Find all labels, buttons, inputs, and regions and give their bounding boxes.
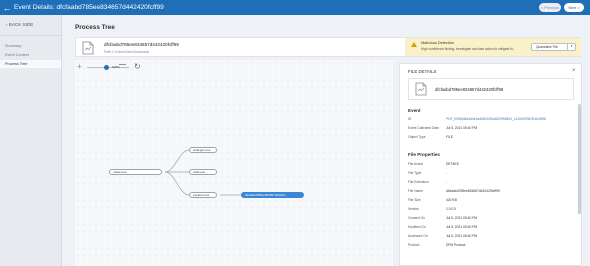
file-icon <box>415 82 427 101</box>
detail-value: Jul 5, 2021 05:40 PM <box>446 234 478 238</box>
process-node[interactable]: winlogon.exe <box>189 147 217 153</box>
process-tree-links <box>164 149 241 196</box>
quarantine-file-button[interactable]: Quarantine File ▾ <box>531 43 576 51</box>
detail-value: - <box>446 171 448 175</box>
detail-value: DETAKE <box>446 162 459 166</box>
sidebar-item-summary[interactable]: Summary <box>0 42 61 50</box>
detail-row: Product DFM Product <box>408 242 574 249</box>
detail-row: Created On Jul 5, 2021 05:40 PM <box>408 215 574 222</box>
sidebar: ‹ BACK SIDE Summary Event Context Proces… <box>0 15 62 266</box>
malicious-detection-alert: Malicious Detection High confidence find… <box>405 38 581 56</box>
detail-key: File Action <box>408 162 424 166</box>
detail-row: Accessed On Jul 5, 2021 05:40 PM <box>408 233 574 240</box>
detail-value: Jul 5, 2021 05:40 PM <box>446 126 478 130</box>
file-details-panel: FILE DETAILS × dfcfaabd785ee834657d44242… <box>399 63 582 266</box>
process-node[interactable]: explorer.exe <box>189 192 217 198</box>
quarantine-file-label: Quarantine File <box>536 45 558 49</box>
detail-row: Object Type FILE <box>408 134 574 141</box>
page-title: Event Details: dfcfaabd785ee834657d44242… <box>14 4 164 11</box>
detail-value: 1.0.0.0 <box>446 207 457 211</box>
event-section-title: Event <box>408 108 421 113</box>
file-summary-card: dfcfaabd785ee834657d442420fcff99 Path: C… <box>75 37 581 57</box>
detail-row: Event Collected Date Jul 5, 2021 05:40 P… <box>408 125 574 132</box>
back-arrow-icon[interactable]: ← <box>0 3 14 13</box>
scrollbar[interactable] <box>578 104 581 214</box>
next-button[interactable]: Next > <box>564 3 584 12</box>
sidebar-item-process-tree[interactable]: Process Tree <box>0 60 61 68</box>
process-node[interactable]: sshd.exe <box>189 169 217 175</box>
sidebar-back-link[interactable]: ‹ BACK SIDE <box>6 22 33 27</box>
detail-value: dfcfaabd785ee834657d442420fcff99 <box>446 189 500 193</box>
panel-title: FILE DETAILS <box>408 69 437 74</box>
process-tree-canvas[interactable]: + 100% ↻ mstsc.exe winlogon.exe sshd.exe… <box>75 60 393 266</box>
detail-key: File Size <box>408 198 421 202</box>
file-icon <box>82 41 94 60</box>
detail-key: Version <box>408 207 419 211</box>
detail-key: File Type <box>408 171 422 175</box>
detail-key: Object Type <box>408 135 426 139</box>
divider <box>0 35 61 36</box>
warning-icon <box>411 42 417 47</box>
alert-title: Malicious Detection <box>421 41 454 45</box>
chevron-down-icon[interactable]: ▾ <box>567 44 575 50</box>
detail-row: Modified On Jul 5, 2021 05:40 PM <box>408 224 574 231</box>
section-title: Process Tree <box>75 24 115 31</box>
detail-row: File Name dfcfaabd785ee834657d442420fcff9… <box>408 188 574 195</box>
process-node[interactable]: mstsc.exe <box>109 169 162 175</box>
file-card: dfcfaabd785ee834657d442420fcff99 <box>408 78 574 100</box>
file-path: Path: C:\Users\User\Downloads <box>104 50 149 54</box>
previous-button[interactable]: < Previous <box>539 3 561 12</box>
detail-key: ID <box>408 117 412 121</box>
detail-key: Event Collected Date <box>408 126 439 130</box>
detail-row: ID PDF_f09fb46fa4d4e4a4b8210f6c62f29f48f… <box>408 116 574 123</box>
detail-key: File Name <box>408 189 424 193</box>
selected-process-node[interactable]: dfcfaabd785ee834657d44242... <box>241 192 304 198</box>
detail-row: File Extension - <box>408 179 574 186</box>
detail-key: Created On <box>408 216 426 220</box>
detail-key: Product <box>408 243 420 247</box>
detail-value: FILE <box>446 135 453 139</box>
detail-key: File Extension <box>408 180 429 184</box>
detail-key: Modified On <box>408 225 426 229</box>
sidebar-item-event-context[interactable]: Event Context <box>0 51 61 59</box>
file-name: dfcfaabd785ee834657d442420fcff99 <box>104 42 179 47</box>
file-name: dfcfaabd785ee834657d442420fcff99 <box>435 87 504 92</box>
detail-row: File Action DETAKE <box>408 161 574 168</box>
detail-row: Version 1.0.0.0 <box>408 206 574 213</box>
close-icon[interactable]: × <box>572 68 576 74</box>
detail-key: Accessed On <box>408 234 428 238</box>
detail-row: File Type - <box>408 170 574 177</box>
event-id-link[interactable]: PDF_f09fb46fa4d4e4a4b8210f6c62f29f48f32_… <box>446 117 546 121</box>
detail-value: DFM Product <box>446 243 466 247</box>
detail-value: - <box>446 180 448 184</box>
file-properties-section-title: File Properties <box>408 152 440 157</box>
top-bar: ← Event Details: dfcfaabd785ee834657d442… <box>0 0 590 15</box>
detail-value: Jul 5, 2021 05:40 PM <box>446 216 478 220</box>
detail-value: 420 KB <box>446 198 457 202</box>
alert-text: High confidence finding, investigate and… <box>421 47 516 51</box>
detail-value: Jul 5, 2021 05:40 PM <box>446 225 478 229</box>
detail-row: File Size 420 KB <box>408 197 574 204</box>
